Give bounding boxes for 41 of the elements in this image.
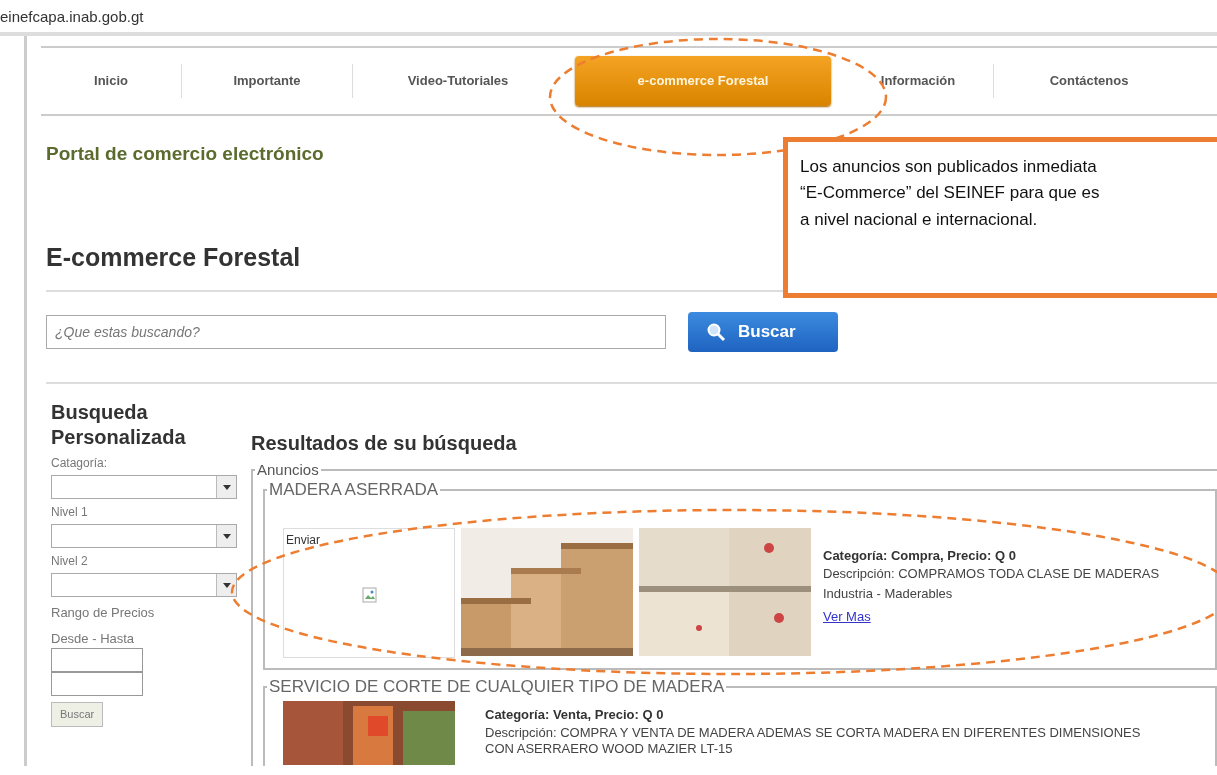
callout-text: a nivel nacional e internacional. [800,208,1038,231]
results-title: Resultados de su búsqueda [251,432,517,454]
listing-industry: Industria - Maderables [823,586,954,604]
listing-category: Categoría: Compra, Precio: Q 0 [823,547,1017,565]
search-button[interactable]: Buscar [688,312,838,352]
field-label: Nivel 1 [51,504,89,521]
price-field[interactable] [51,648,143,672]
field-label: Desde - Hasta [51,629,136,648]
group-label: Anuncios [256,462,320,477]
dropdown[interactable] [51,573,237,597]
dropdown[interactable] [51,524,237,548]
nav-tab[interactable]: Inicio [41,56,181,106]
nav-tab[interactable]: Importante [182,56,352,106]
search-icon [706,322,726,342]
page-title: E-commerce Forestal [46,242,301,271]
nav-tab[interactable]: Contáctenos [994,56,1184,106]
nav-tab[interactable]: Video-Tutoriales [353,56,563,106]
listing-title: MADERA ASERRADA [268,481,440,498]
more-link[interactable]: Ver Mas [823,607,871,627]
field-label: Catagoría: [51,455,109,472]
nav-tab[interactable]: Información [843,56,993,106]
url-text: einefcapa.inab.gob.gt [0,8,144,25]
filter-button[interactable]: Buscar [51,702,104,727]
listing-category: Categoría: Venta, Precio: Q 0 [485,706,665,724]
field-label: Nivel 2 [51,553,89,570]
listing-description: Descripción: COMPRA Y VENTA DE MADERA ADEMAS SE CORTA MADERA EN DIFERENTES DIMENSIONES CON ASERRAERO WOOD MAZIER LT-15 [485,724,1142,759]
dropdown-arrow-icon [222,582,231,588]
callout-text: “E-Commerce” del SEINEF para que es [800,182,1100,205]
dropdown-arrow-icon [222,484,231,490]
filter-title: Busqueda Personalizada [51,400,187,450]
image-alt-text: Enviar [286,532,320,549]
field-label: Rango de Precios [51,604,156,622]
callout-text: Los anuncios son publicados inmediata [800,156,1097,178]
search-field[interactable]: ¿Que estas buscando? [46,315,666,349]
listing-title: SERVICIO DE CORTE DE CUALQUIER TIPO DE MADERA [268,678,726,695]
broken-image-icon [362,586,378,603]
dropdown-arrow-icon [222,533,231,539]
listing-description: Descripción: COMPRAMOS TODA CLASE DE MADERAS [823,565,1160,583]
dropdown[interactable] [51,475,237,499]
price-field[interactable] [51,672,143,696]
portal-title: Portal de comercio electrónico [46,143,324,164]
